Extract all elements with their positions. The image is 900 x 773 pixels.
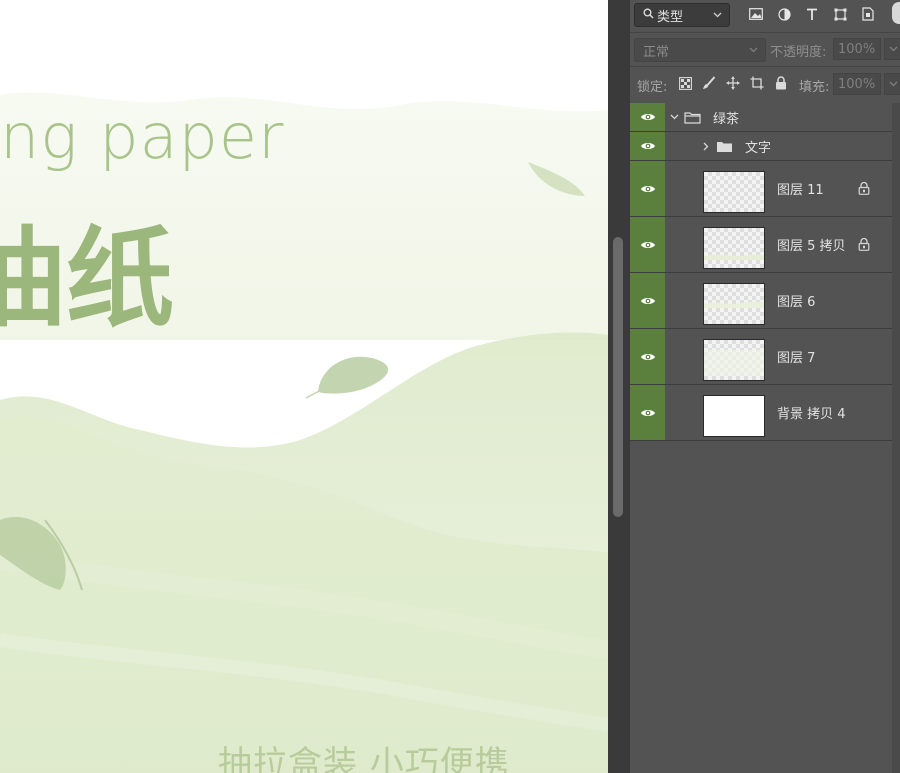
layer-thumbnail[interactable] (703, 395, 765, 437)
visibility-toggle[interactable] (630, 161, 665, 216)
layer-row[interactable]: 图层 6 (630, 273, 892, 329)
layer-row-group-green-tea[interactable]: 绿茶 (630, 103, 892, 132)
eye-icon (640, 143, 655, 149)
visibility-toggle[interactable] (630, 385, 665, 440)
layer-row[interactable]: 图层 11 (630, 161, 892, 217)
eye-icon (640, 114, 655, 120)
blend-opacity-bar: 正常 不透明度: 100% (630, 32, 900, 67)
search-icon (639, 8, 657, 22)
layer-row[interactable]: 背景 拷贝 4 (630, 385, 892, 441)
filter-kind-label: 类型 (657, 9, 684, 25)
lock-paint-icon[interactable] (700, 74, 718, 92)
lock-fill-bar: 锁定: 填充: 100% (630, 66, 900, 101)
english-title-text: ng paper (0, 100, 285, 173)
fill-dropdown-button[interactable] (884, 73, 900, 95)
type-filter-icon[interactable] (802, 4, 822, 24)
bottom-slogan-text: 抽拉盒装 小巧便携 (218, 744, 510, 773)
panel-scrollbar-track[interactable] (892, 103, 900, 773)
chevron-down-icon (713, 10, 729, 21)
expand-chevron-down-icon[interactable] (670, 103, 679, 131)
layer-name[interactable]: 图层 6 (777, 273, 815, 328)
lock-all-icon[interactable] (772, 74, 790, 92)
layer-thumbnail[interactable] (703, 171, 765, 213)
layer-name[interactable]: 背景 拷贝 4 (777, 385, 846, 440)
chevron-down-icon (889, 81, 897, 87)
layers-list: 绿茶 文字 图层 11 图层 5 拷贝 图层 6 图层 7 背景 拷贝 4 (630, 103, 892, 441)
layer-name[interactable]: 图层 7 (777, 329, 815, 384)
layer-name[interactable]: 绿茶 (713, 103, 739, 131)
layers-panel: 类型 正常 不透明度: 100% 锁定: 填充: 100% 绿茶 文字 图层 1… (630, 0, 900, 773)
smart-object-filter-icon[interactable] (858, 4, 878, 24)
visibility-toggle[interactable] (630, 132, 665, 160)
visibility-toggle[interactable] (630, 103, 665, 131)
chevron-down-icon (749, 45, 765, 56)
eye-icon (640, 353, 655, 360)
chevron-down-icon (889, 46, 897, 52)
chinese-title-text: 油纸 (0, 217, 175, 342)
layer-name[interactable]: 文字 (745, 132, 771, 160)
layer-filter-bar: 类型 (630, 0, 900, 34)
filter-toggle-switch[interactable] (892, 2, 900, 24)
shape-filter-icon[interactable] (830, 4, 850, 24)
layer-lock-icon (858, 161, 870, 216)
lock-move-icon[interactable] (724, 74, 742, 92)
expand-chevron-right-icon[interactable] (703, 132, 709, 160)
image-filter-icon[interactable] (746, 4, 766, 24)
layer-name[interactable]: 图层 5 拷贝 (777, 217, 846, 272)
scrollbar-thumb[interactable] (613, 237, 623, 517)
eye-icon (640, 297, 655, 304)
layer-thumbnail[interactable] (703, 283, 765, 325)
fill-input[interactable]: 100% (833, 73, 881, 95)
layer-lock-icon (858, 217, 870, 272)
layer-row[interactable]: 图层 5 拷贝 (630, 217, 892, 273)
adjustment-filter-icon[interactable] (774, 4, 794, 24)
eye-icon (640, 185, 655, 192)
folder-icon (716, 132, 733, 160)
visibility-toggle[interactable] (630, 329, 665, 384)
layer-thumbnail[interactable] (703, 227, 765, 269)
visibility-toggle[interactable] (630, 273, 665, 328)
layer-row[interactable]: 图层 7 (630, 329, 892, 385)
layer-thumbnail[interactable] (703, 339, 765, 381)
lock-label: 锁定: (637, 80, 668, 95)
blend-mode-label: 正常 (643, 44, 670, 60)
lock-artboard-icon[interactable] (748, 74, 766, 92)
eye-icon (640, 241, 655, 248)
folder-icon (684, 103, 701, 131)
canvas-vertical-scrollbar[interactable] (608, 0, 630, 773)
fill-label: 填充: (799, 80, 830, 95)
eye-icon (640, 409, 655, 416)
document-canvas[interactable]: ng paper 油纸 抽拉盒装 小巧便携 (0, 0, 608, 773)
opacity-label: 不透明度: (770, 45, 827, 60)
opacity-dropdown-button[interactable] (884, 38, 900, 60)
filter-kind-select[interactable]: 类型 (634, 3, 730, 27)
blend-mode-select[interactable]: 正常 (634, 38, 766, 62)
lock-transparent-icon[interactable] (676, 74, 694, 92)
opacity-input[interactable]: 100% (833, 38, 881, 60)
layer-row-group-text[interactable]: 文字 (630, 132, 892, 161)
visibility-toggle[interactable] (630, 217, 665, 272)
layer-name[interactable]: 图层 11 (777, 161, 824, 216)
